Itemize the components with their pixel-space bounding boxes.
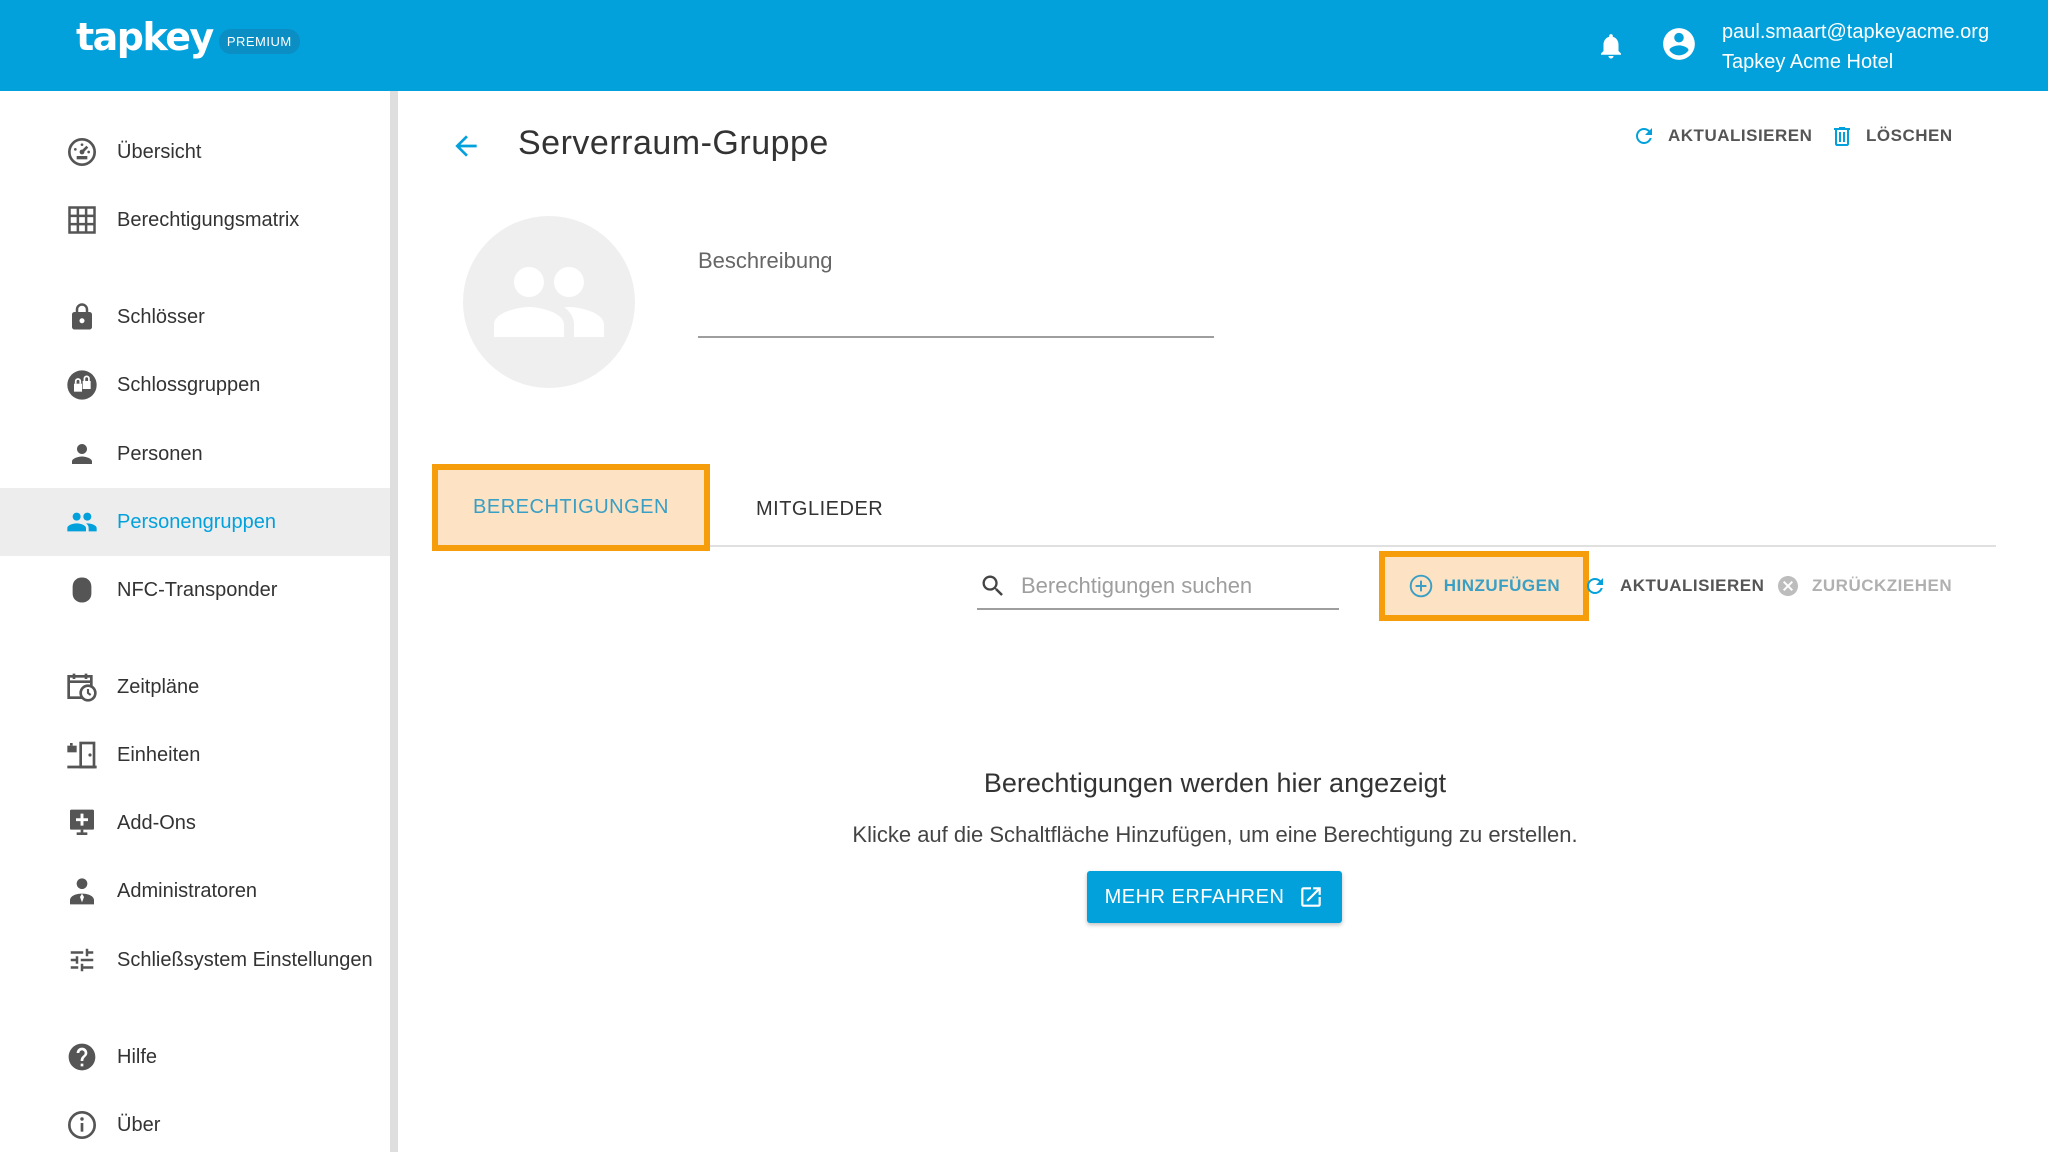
nfc-icon (66, 574, 98, 606)
sidebar-item-label: Schlösser (117, 305, 205, 328)
sidebar-item-label: Berechtigungsmatrix (117, 208, 300, 231)
sidebar-item-personen[interactable]: Personen (0, 420, 390, 488)
cancel-icon (1778, 576, 1798, 596)
sidebar-item-schloesser[interactable]: Schlösser (0, 283, 390, 351)
search-input[interactable] (1021, 570, 1331, 602)
sidebar-item-add-ons[interactable]: Add-Ons (0, 789, 390, 857)
add-circle-icon (1409, 574, 1433, 598)
sidebar-item-label: Einheiten (117, 743, 201, 766)
sidebar-divider (390, 91, 398, 1152)
sidebar-item-label: Übersicht (117, 140, 202, 163)
people-icon (494, 267, 604, 337)
delete-label: LÖSCHEN (1866, 126, 1953, 145)
empty-state-text: Klicke auf die Schaltfläche Hinzufügen, … (852, 822, 1578, 847)
user-organization[interactable]: Tapkey Acme Hotel (1722, 51, 1893, 74)
tab-berechtigungen[interactable]: BERECHTIGUNGEN (432, 464, 710, 551)
info-icon (66, 1109, 98, 1141)
logo-text: tapkey (76, 15, 214, 59)
sidebar-item-label: Zeitpläne (117, 675, 200, 698)
sidebar-item-label: NFC-Transponder (117, 578, 278, 601)
search-icon (982, 575, 1003, 596)
sidebar-item-label: Personen (117, 442, 203, 465)
add-label: HINZUFÜGEN (1443, 576, 1561, 595)
sidebar-item-label: Schließsystem Einstellungen (117, 948, 373, 971)
sidebar-item-label: Hilfe (117, 1045, 158, 1068)
units-icon (66, 739, 98, 771)
toolbar-refresh-label: AKTUALISIEREN (1620, 576, 1765, 595)
sidebar-item-schlossgruppen[interactable]: Schlossgruppen (0, 351, 390, 419)
sidebar-item-berechtigungsmatrix[interactable]: Berechtigungsmatrix (0, 186, 390, 254)
schedule-icon (66, 671, 98, 703)
description-field[interactable] (698, 336, 1214, 338)
sidebar-item-label: Schlossgruppen (117, 373, 261, 396)
add-button[interactable]: HINZUFÜGEN (1379, 551, 1589, 621)
delete-button[interactable]: LÖSCHEN (1830, 124, 1953, 148)
sidebar-item-personengruppen[interactable]: Personengruppen (0, 488, 390, 556)
refresh-button[interactable]: AKTUALISIEREN (1632, 124, 1812, 148)
open-in-new-icon (1301, 887, 1322, 907)
admin-icon (66, 875, 98, 907)
refresh-label: AKTUALISIEREN (1668, 126, 1813, 145)
sidebar-item-uebersicht[interactable]: Übersicht (0, 118, 390, 186)
refresh-icon (1636, 128, 1652, 144)
learn-more-button[interactable]: MEHR ERFAHREN (1087, 871, 1342, 923)
sidebar-item-label: Über (117, 1113, 161, 1136)
toolbar-refresh-button[interactable]: AKTUALISIEREN (1586, 574, 1764, 598)
trash-icon (1834, 127, 1850, 146)
description-label: Beschreibung (698, 248, 833, 273)
person-icon (66, 438, 98, 470)
sidebar-item-administratoren[interactable]: Administratoren (0, 857, 390, 925)
sidebar-item-schliesssystem-einstellungen[interactable]: Schließsystem Einstellungen (0, 926, 390, 994)
account-circle-icon[interactable] (1660, 25, 1698, 63)
user-email[interactable]: paul.smaart@tapkeyacme.org (1722, 21, 1989, 44)
grid-icon (66, 204, 98, 236)
learn-more-label: MEHR ERFAHREN (1104, 885, 1285, 908)
sidebar-item-nfc-transponder[interactable]: NFC-Transponder (0, 556, 390, 624)
revoke-label: ZURÜCKZIEHEN (1812, 576, 1953, 595)
group-avatar (463, 216, 635, 388)
sidebar-item-label: Add-Ons (117, 811, 196, 834)
sidebar-item-einheiten[interactable]: Einheiten (0, 721, 390, 789)
sidebar-item-label: Personengruppen (117, 510, 277, 533)
refresh-icon (1587, 578, 1603, 594)
dashboard-icon (66, 136, 98, 168)
tapkey-logo[interactable]: tapkey PREMIUM (76, 18, 300, 56)
revoke-button[interactable]: ZURÜCKZIEHEN (1776, 574, 1952, 598)
top-app-bar: tapkey PREMIUM paul.smaart@tapkeyacme.or… (0, 0, 2048, 91)
help-icon (66, 1041, 98, 1073)
people-icon (66, 506, 98, 538)
lock-group-icon (66, 369, 98, 401)
sidebar-item-hilfe[interactable]: Hilfe (0, 1023, 390, 1091)
back-arrow-icon[interactable] (450, 130, 482, 162)
sidebar-item-label: Administratoren (117, 879, 258, 902)
premium-badge: PREMIUM (218, 29, 300, 54)
search-box (977, 566, 1339, 610)
lock-icon (66, 301, 98, 333)
sidebar-item-zeitplaene[interactable]: Zeitpläne (0, 653, 390, 721)
tab-mitglieder[interactable]: MITGLIEDER (756, 498, 883, 521)
page-title: Serverraum-Gruppe (518, 124, 829, 162)
addons-icon (66, 807, 98, 839)
sidebar-item-ueber[interactable]: Über (0, 1091, 390, 1152)
empty-state-title: Berechtigungen werden hier angezeigt (983, 768, 1447, 798)
settings-sliders-icon (66, 944, 98, 976)
bell-icon[interactable] (1596, 30, 1626, 62)
